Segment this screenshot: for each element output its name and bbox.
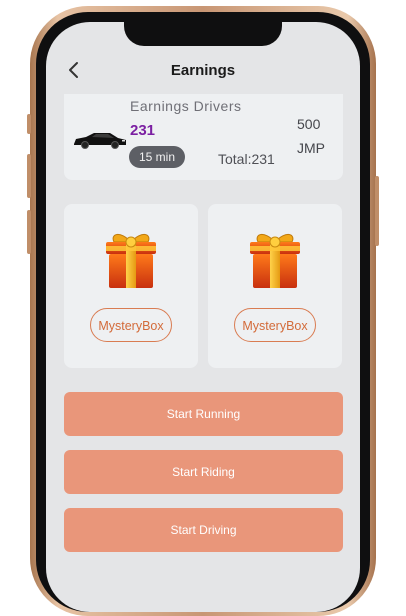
start-riding-button[interactable]: Start Riding [64,450,343,494]
gift-icon [244,228,306,292]
start-running-button[interactable]: Start Running [64,392,343,436]
total-label: Total:231 [218,151,275,167]
notch [124,22,282,46]
gift-icon [100,228,162,292]
phone-side-button [27,114,31,134]
car-icon [72,130,128,150]
earnings-unit: JMP [297,140,325,156]
phone-side-button [27,210,31,254]
earnings-amount: 500 [297,116,321,132]
phone-side-button [375,176,379,246]
earnings-name: Earnings Drivers [130,98,242,114]
earnings-card: Earnings Drivers 231 15 min Total:231 50… [64,94,343,180]
mystery-box-button[interactable]: MysteryBox [90,308,172,342]
phone-side-button [27,154,31,198]
earnings-count: 231 [130,122,156,139]
mystery-box-button[interactable]: MysteryBox [234,308,316,342]
timer-badge: 15 min [129,146,185,168]
page-title: Earnings [170,62,236,79]
mystery-box-card: MysteryBox [208,204,342,368]
app-screen: Earnings Earnings Drivers 231 15 min Tot… [46,22,360,612]
start-driving-button[interactable]: Start Driving [64,508,343,552]
mystery-box-card: MysteryBox [64,204,198,368]
